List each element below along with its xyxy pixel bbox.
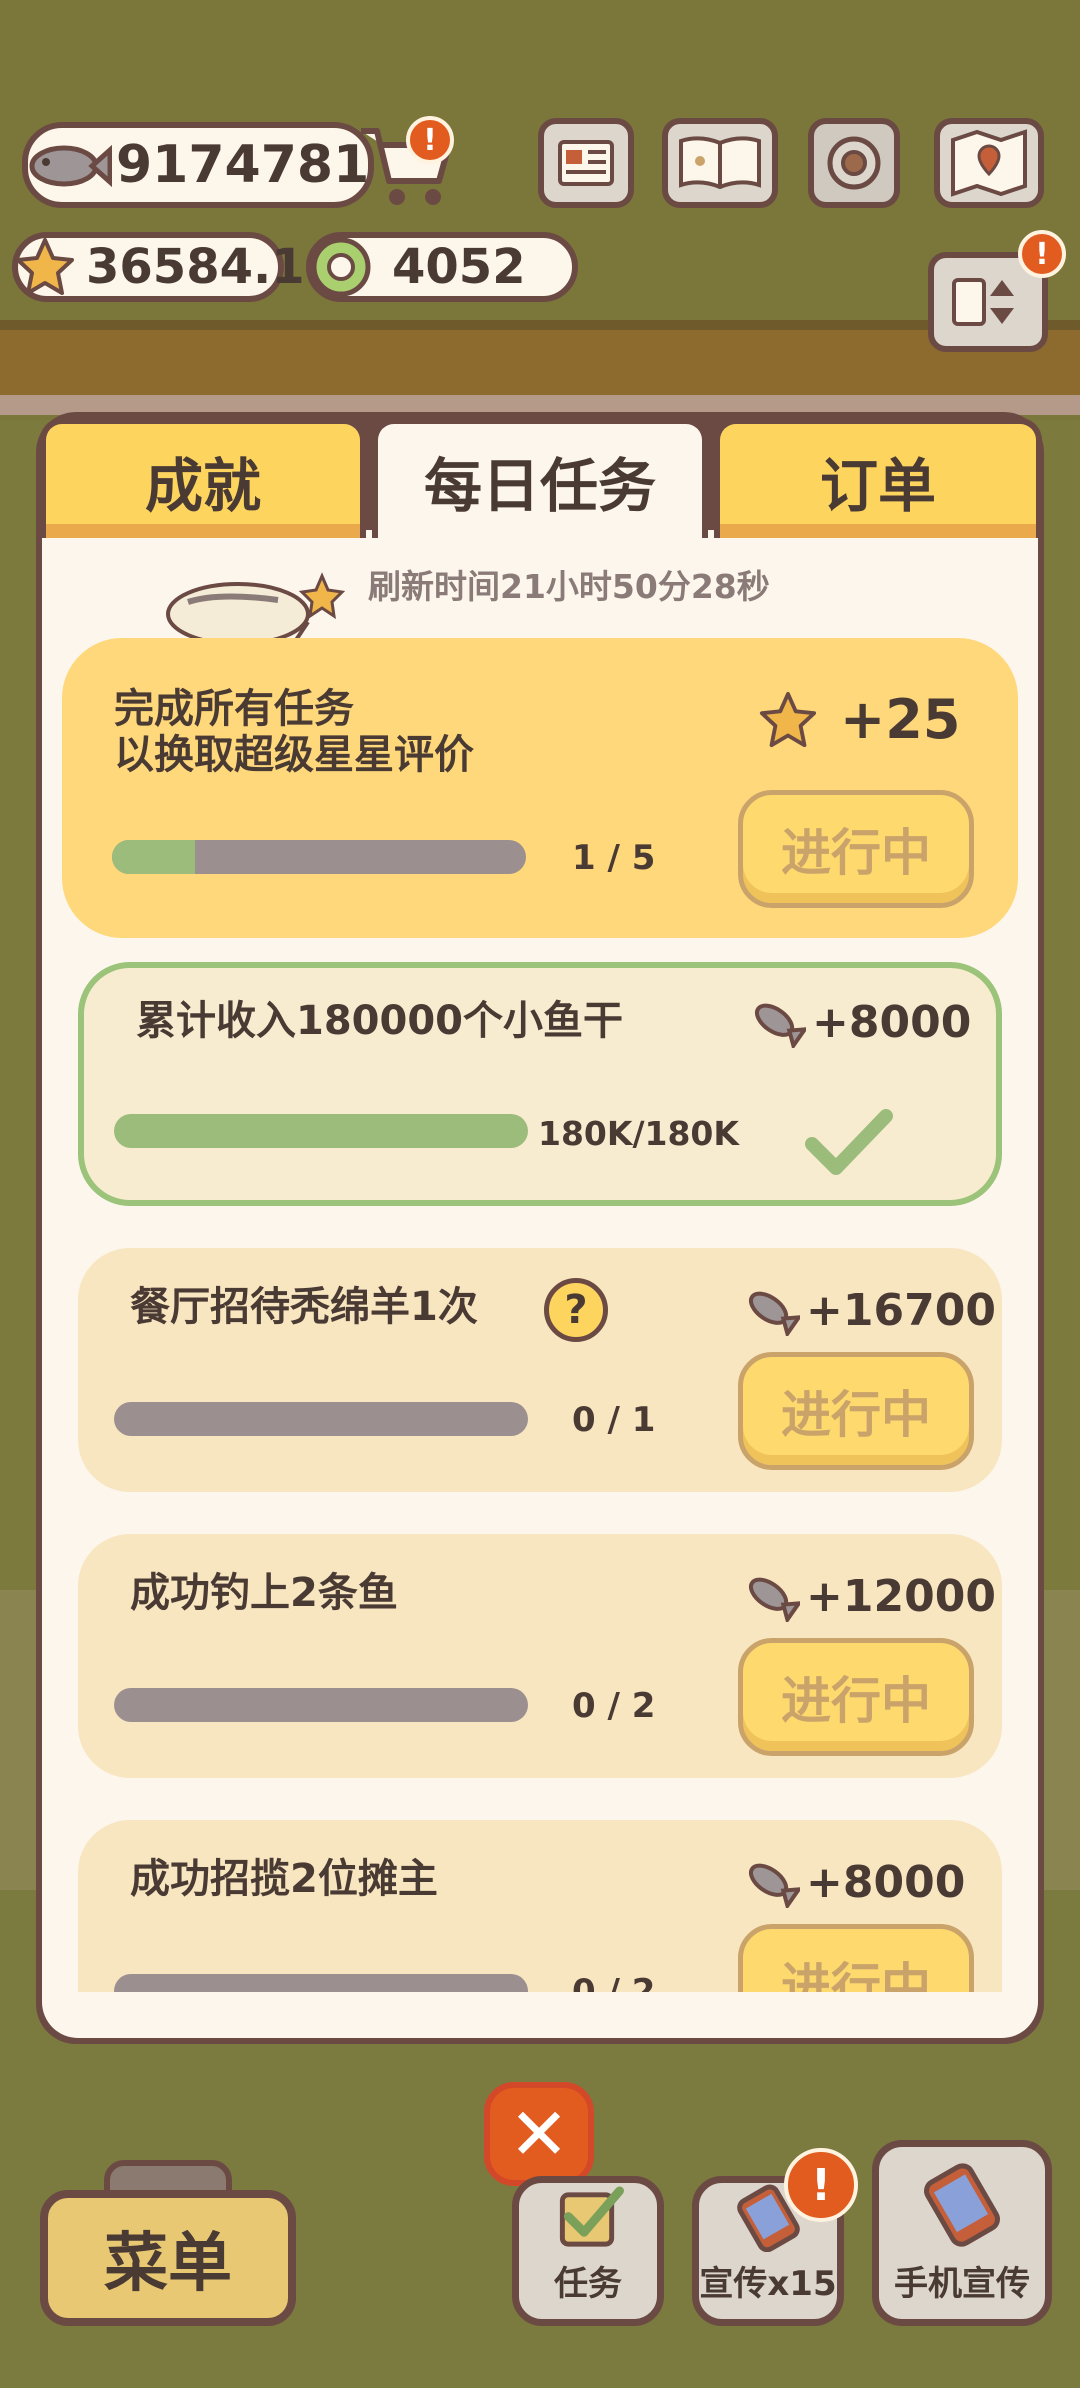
book-icon bbox=[679, 136, 761, 190]
progress-bar bbox=[114, 1974, 528, 1992]
newspaper-button[interactable] bbox=[538, 118, 634, 208]
fish-reward: +16700 bbox=[742, 1284, 996, 1336]
fish-reward: +8000 bbox=[748, 996, 971, 1048]
task-title: 累计收入180000个小鱼干 bbox=[136, 998, 623, 1044]
tab-orders[interactable]: 订单 bbox=[714, 418, 1042, 538]
fish-reward: +12000 bbox=[742, 1570, 996, 1622]
task-list-clip: 成功招揽2位摊主 +8000 0 / 2 进行中 bbox=[42, 1800, 1038, 1992]
fish-reward: +8000 bbox=[742, 1856, 965, 1908]
phone-icon bbox=[924, 2163, 1000, 2247]
sort-icon bbox=[952, 278, 1014, 326]
lifebuoy-icon bbox=[308, 234, 374, 300]
progress-text: 0 / 2 bbox=[572, 1686, 656, 1726]
title-line: 完成所有任务 bbox=[114, 686, 354, 732]
reward-value: +16700 bbox=[806, 1284, 996, 1336]
map-button[interactable] bbox=[934, 118, 1044, 208]
progress-bar bbox=[114, 1114, 528, 1148]
in-progress-button[interactable]: 进行中 bbox=[738, 1638, 974, 1756]
map-icon bbox=[951, 129, 1027, 197]
progress-text: 0 / 1 bbox=[572, 1400, 656, 1440]
menu-button[interactable]: 菜单 bbox=[40, 2190, 296, 2326]
refresh-timer: 刷新时间21小时50分28秒 bbox=[368, 567, 770, 606]
fish-icon bbox=[748, 1291, 800, 1336]
reward-value: +8000 bbox=[806, 1856, 966, 1908]
progress-bar bbox=[114, 1688, 528, 1722]
settings-alert-badge: ! bbox=[1018, 230, 1066, 278]
fish-icon bbox=[748, 1577, 800, 1622]
menu-label: 菜单 bbox=[104, 2227, 232, 2301]
gear-icon bbox=[827, 136, 881, 190]
title-line: 以换取超级星星评价 bbox=[114, 732, 474, 778]
star-reward: +25 bbox=[758, 688, 960, 751]
reward-value: +25 bbox=[840, 688, 961, 751]
in-progress-button[interactable]: 进行中 bbox=[738, 1352, 974, 1470]
task-title: 成功招揽2位摊主 bbox=[130, 1856, 438, 1902]
fish-icon bbox=[26, 128, 112, 204]
progress-fill bbox=[112, 840, 195, 874]
reward-value: +8000 bbox=[812, 996, 972, 1048]
close-icon: ✕ bbox=[508, 2092, 570, 2176]
all-tasks-card: 完成所有任务 以换取超级星星评价 +25 1 / 5 进行中 bbox=[62, 638, 1018, 938]
tab-label: 成就 bbox=[144, 452, 261, 520]
task-title: 餐厅招待秃绵羊1次 bbox=[130, 1284, 478, 1330]
promo-alert-badge: ! bbox=[784, 2148, 858, 2222]
all-tasks-title: 完成所有任务 以换取超级星星评价 bbox=[114, 686, 474, 778]
in-progress-button[interactable]: 进行中 bbox=[738, 1924, 974, 1992]
catbook-button[interactable] bbox=[662, 118, 778, 208]
fish-count: 9174781 bbox=[116, 135, 370, 195]
progress-text: 0 / 2 bbox=[572, 1972, 656, 1992]
star-icon bbox=[759, 691, 817, 747]
phone-promo-button[interactable]: 手机宣传 bbox=[872, 2140, 1052, 2326]
settings-button[interactable] bbox=[808, 118, 900, 208]
task-card: 成功钓上2条鱼 +12000 0 / 2 进行中 bbox=[78, 1534, 1002, 1778]
progress-text: 180K/180K bbox=[538, 1114, 739, 1153]
task-card: 累计收入180000个小鱼干 +8000 180K/180K bbox=[78, 962, 1002, 1206]
checklist-icon bbox=[559, 2186, 624, 2247]
phone-promo-label: 手机宣传 bbox=[894, 2264, 1030, 2304]
in-progress-button[interactable]: 进行中 bbox=[738, 790, 974, 908]
fish-icon bbox=[748, 1863, 800, 1908]
task-label: 任务 bbox=[554, 2264, 622, 2304]
tab-achievements[interactable]: 成就 bbox=[40, 418, 366, 538]
promo-label: 宣传x15 bbox=[699, 2264, 837, 2304]
progress-text: 1 / 5 bbox=[572, 838, 656, 878]
task-card: 餐厅招待秃绵羊1次 ? +16700 0 / 1 进行中 bbox=[78, 1248, 1002, 1492]
close-button[interactable]: ✕ bbox=[484, 2082, 594, 2186]
cart-alert-badge: ! bbox=[406, 116, 454, 164]
tab-daily-tasks[interactable]: 每日任务 bbox=[372, 418, 708, 538]
newspaper-icon bbox=[558, 140, 614, 186]
task-title: 成功钓上2条鱼 bbox=[130, 1570, 398, 1616]
task-title-text: 餐厅招待秃绵羊1次 bbox=[130, 1284, 478, 1330]
progress-bar bbox=[112, 840, 526, 874]
task-button[interactable]: 任务 bbox=[512, 2176, 664, 2326]
tab-label: 订单 bbox=[819, 452, 936, 520]
star-rating-value: 36584.1 bbox=[86, 239, 305, 295]
reward-value: +12000 bbox=[806, 1570, 996, 1622]
ring-count: 4052 bbox=[392, 239, 526, 295]
tab-label: 每日任务 bbox=[423, 452, 656, 520]
task-card: 成功招揽2位摊主 +8000 0 / 2 进行中 bbox=[78, 1820, 1002, 1992]
star-icon bbox=[14, 236, 76, 298]
progress-fill bbox=[114, 1114, 528, 1148]
checkmark-icon bbox=[804, 1108, 894, 1182]
help-icon[interactable]: ? bbox=[544, 1278, 608, 1342]
progress-bar bbox=[114, 1402, 528, 1436]
fish-icon bbox=[754, 1003, 806, 1048]
